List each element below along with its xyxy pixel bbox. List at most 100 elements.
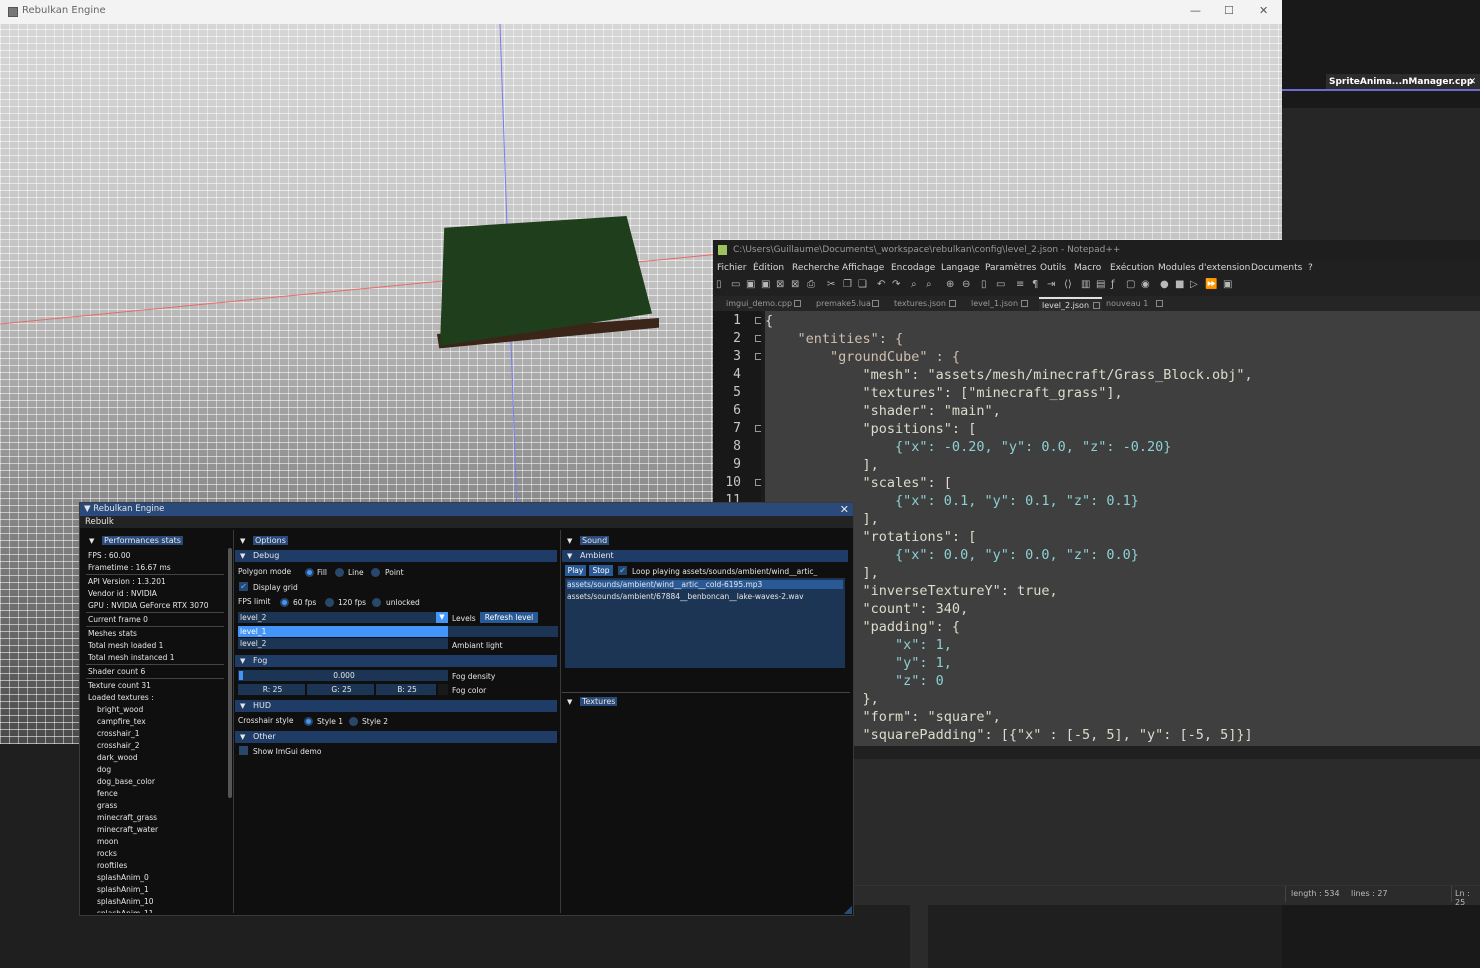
record-macro-icon[interactable]: ● <box>1160 279 1169 290</box>
close-tab-icon[interactable] <box>1093 302 1100 309</box>
hud-header[interactable]: HUD <box>235 700 557 712</box>
new-file-icon[interactable]: ▯ <box>716 279 722 290</box>
find-icon[interactable]: ⌕ <box>911 279 917 290</box>
loop-checkbox[interactable]: ✔ <box>618 566 627 575</box>
play-button[interactable]: Play <box>565 565 586 576</box>
fog-density-slider-grab[interactable] <box>239 671 243 680</box>
doc-map-icon[interactable]: ▥ <box>1081 279 1090 290</box>
display-grid-checkbox[interactable]: ✔ <box>239 582 248 591</box>
fps-60-radio[interactable] <box>280 598 289 607</box>
resize-grip[interactable] <box>844 906 852 914</box>
stop-button[interactable]: Stop <box>589 565 613 576</box>
debug-header[interactable]: Debug <box>235 550 557 562</box>
menu-help[interactable]: ? <box>1308 263 1313 273</box>
fps-120-radio[interactable] <box>325 598 334 607</box>
save-all-icon[interactable]: ▣ <box>761 279 770 290</box>
open-folder-icon[interactable]: ▭ <box>731 279 740 290</box>
menu-recherche[interactable]: Recherche <box>792 263 839 273</box>
menu-rebulk[interactable]: Rebulk <box>85 517 114 527</box>
undo-icon[interactable]: ↶ <box>877 279 885 290</box>
perf-scrollbar[interactable] <box>228 548 232 798</box>
refresh-level-button[interactable]: Refresh level <box>480 612 538 623</box>
doc-list-icon[interactable]: ▤ <box>1096 279 1105 290</box>
textures-header[interactable]: Textures <box>562 696 848 708</box>
tab-premake5[interactable]: premake5.lua <box>813 297 881 311</box>
show-all-chars-icon[interactable]: ¶ <box>1032 279 1038 290</box>
cut-icon[interactable]: ✂ <box>827 279 835 290</box>
fill-radio[interactable] <box>305 568 314 577</box>
ambient-file-item[interactable]: assets/sounds/ambient/67884__benboncan__… <box>567 592 843 601</box>
fog-color-swatch[interactable] <box>438 684 448 695</box>
fog-header[interactable]: Fog <box>235 655 557 667</box>
minimize-icon[interactable]: — <box>1190 4 1201 17</box>
indent-guide-icon[interactable]: ⇥ <box>1047 279 1055 290</box>
level-option-1[interactable]: level_1 <box>238 626 448 637</box>
imgui-titlebar[interactable]: ▼ Rebulkan Engine ✕ <box>80 503 853 516</box>
sync-horizontal-icon[interactable]: ▭ <box>996 279 1005 290</box>
sync-vertical-icon[interactable]: ▯ <box>981 279 987 290</box>
sound-header[interactable]: Sound <box>562 535 848 547</box>
close-tab-icon[interactable] <box>872 300 879 307</box>
copy-icon[interactable]: ❐ <box>843 279 852 290</box>
line-radio[interactable] <box>335 568 344 577</box>
close-file-icon[interactable]: ⊠ <box>776 279 784 290</box>
collapse-arrow-icon[interactable]: ▼ <box>84 504 91 514</box>
replace-icon[interactable]: ⌕ <box>926 279 932 290</box>
close-tab-icon[interactable] <box>1156 300 1163 307</box>
play-macro-icon[interactable]: ▷ <box>1190 279 1198 290</box>
folder-workspace-icon[interactable]: ▢ <box>1126 279 1135 290</box>
style-2-radio[interactable] <box>349 717 358 726</box>
tab-textures-json[interactable]: textures.json <box>891 297 958 311</box>
editor-tab-sprite-animation-manager[interactable]: SpriteAnima...nManager.cpp ✕ <box>1326 74 1480 90</box>
tab-nouveau-1[interactable]: nouveau 1 <box>1103 297 1165 311</box>
ambient-file-item[interactable]: assets/sounds/ambient/wind__artic__cold-… <box>567 580 843 589</box>
close-tab-icon[interactable] <box>949 300 956 307</box>
fog-color-r-field[interactable]: R: 25 <box>238 684 305 695</box>
xml-icon[interactable]: ⟨⟩ <box>1064 279 1072 290</box>
function-list-icon[interactable]: ƒ <box>1111 279 1115 290</box>
menu-parametres[interactable]: Paramètres <box>985 263 1036 273</box>
npp-titlebar[interactable]: C:\Users\Guillaume\Documents\_workspace\… <box>713 240 1480 260</box>
menu-langage[interactable]: Langage <box>941 263 980 273</box>
redo-icon[interactable]: ↷ <box>892 279 900 290</box>
tab-imgui-demo[interactable]: imgui_demo.cpp <box>723 297 803 311</box>
menu-macro[interactable]: Macro <box>1074 263 1101 273</box>
close-icon[interactable]: ✕ <box>840 503 849 516</box>
style-1-radio[interactable] <box>304 717 313 726</box>
close-icon[interactable]: ✕ <box>1468 74 1476 90</box>
levels-combo[interactable]: level_2 <box>238 612 436 623</box>
tab-level-1-json[interactable]: level_1.json <box>968 297 1030 311</box>
chevron-down-icon[interactable]: ▼ <box>436 612 448 623</box>
menu-modules[interactable]: Modules d'extension <box>1158 263 1250 273</box>
level-option-2[interactable]: level_2 <box>238 638 448 649</box>
point-radio[interactable] <box>371 568 380 577</box>
save-icon[interactable]: ▣ <box>746 279 755 290</box>
close-tab-icon[interactable] <box>1021 300 1028 307</box>
save-macro-icon[interactable]: ▣ <box>1223 279 1232 290</box>
show-demo-checkbox[interactable] <box>239 746 248 755</box>
perf-stats-header[interactable]: Performances stats <box>84 535 224 547</box>
zoom-out-icon[interactable]: ⊖ <box>962 279 970 290</box>
stop-macro-icon[interactable]: ■ <box>1175 279 1184 290</box>
menu-documents[interactable]: Documents <box>1251 263 1302 273</box>
fog-color-b-field[interactable]: B: 25 <box>376 684 436 695</box>
fog-color-g-field[interactable]: G: 25 <box>307 684 374 695</box>
ambient-header[interactable]: Ambient <box>562 550 848 562</box>
maximize-icon[interactable]: ☐ <box>1224 4 1234 17</box>
menu-outils[interactable]: Outils <box>1040 263 1066 273</box>
close-all-icon[interactable]: ⊠ <box>791 279 799 290</box>
close-icon[interactable]: ✕ <box>1259 4 1268 17</box>
print-icon[interactable]: ⎙ <box>807 279 815 290</box>
menu-execution[interactable]: Exécution <box>1110 263 1154 273</box>
menu-encodage[interactable]: Encodage <box>891 263 935 273</box>
fog-density-slider[interactable]: 0.000 <box>238 670 448 681</box>
code-editor[interactable]: { "entities": { "groundCube" : { "mesh":… <box>765 311 1480 746</box>
run-macro-multiple-icon[interactable]: ⏩ <box>1205 279 1217 290</box>
zoom-in-icon[interactable]: ⊕ <box>946 279 954 290</box>
slider-track[interactable] <box>448 626 558 637</box>
word-wrap-icon[interactable]: ≡ <box>1016 279 1024 290</box>
monitoring-icon[interactable]: ◉ <box>1141 279 1150 290</box>
engine-titlebar[interactable]: Rebulkan Engine — ☐ ✕ <box>0 0 1282 25</box>
paste-icon[interactable]: ❏ <box>858 279 867 290</box>
unlocked-radio[interactable] <box>372 598 381 607</box>
